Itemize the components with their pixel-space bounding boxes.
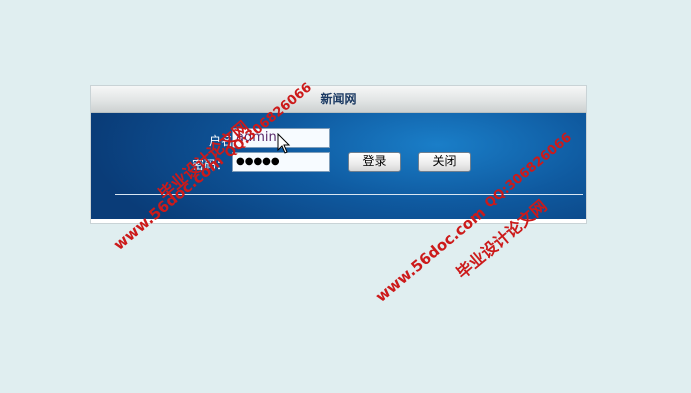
mouse-cursor-icon <box>277 133 291 154</box>
panel-title: 新闻网 <box>91 86 586 113</box>
login-button[interactable]: 登录 <box>348 152 401 172</box>
divider <box>115 194 583 195</box>
username-label: 户名 <box>209 134 234 148</box>
password-input[interactable]: ●●●●● <box>232 152 330 172</box>
login-form: 户名 admin 密码： ●●●●● 登录 关闭 <box>91 113 586 219</box>
close-button[interactable]: 关闭 <box>418 152 471 172</box>
password-label: 密码： <box>192 158 229 172</box>
login-panel: 新闻网 户名 admin 密码： ●●●●● 登录 关闭 <box>90 85 587 224</box>
